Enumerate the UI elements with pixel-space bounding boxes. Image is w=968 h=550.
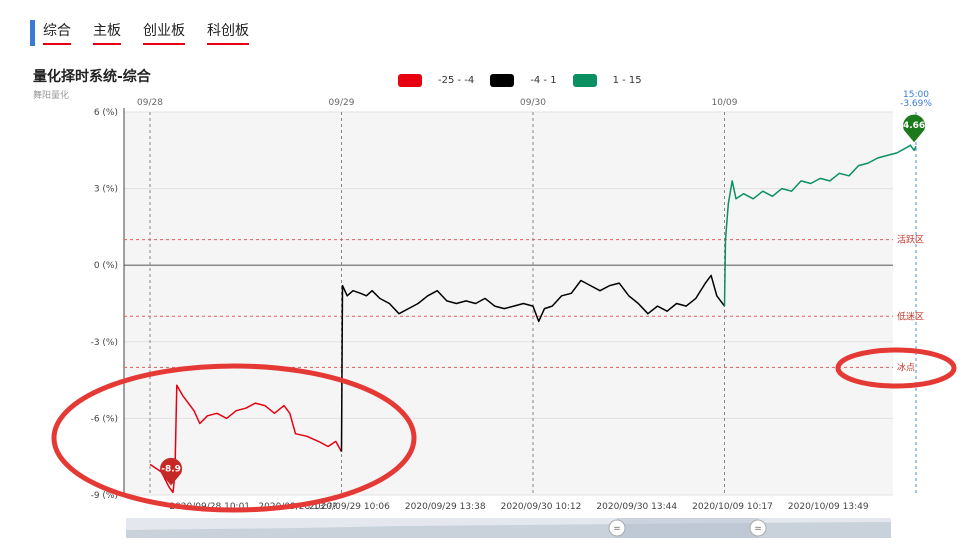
x-tick-label: 2020/10/09 13:49 — [788, 502, 869, 512]
reference-line-label: 冰点 — [897, 361, 915, 373]
handle-grip-left: = — [613, 524, 621, 534]
handle-grip-right: = — [754, 524, 762, 534]
day-label: 09/30 — [520, 98, 546, 108]
reference-line-label: 活跃区 — [897, 234, 924, 246]
y-tick-label: 3 (%) — [94, 185, 118, 195]
day-label: 10/09 — [712, 98, 738, 108]
value-marker-label: 4.66 — [903, 121, 925, 131]
range-slider-window[interactable] — [617, 518, 758, 538]
x-tick-label: 2020/09/30 13:44 — [596, 502, 677, 512]
y-tick-label: -6 (%) — [91, 414, 118, 424]
x-tick-label: 2020/10/09 10:17 — [692, 502, 773, 512]
y-tick-label: 6 (%) — [94, 108, 118, 118]
value-marker-label: -8.9 — [161, 464, 181, 474]
line-chart: 6 (%)3 (%)0 (%)-3 (%)-6 (%)-9 (%)09/28 09… — [51, 90, 957, 538]
y-tick-label: -3 (%) — [91, 338, 118, 348]
reference-line-label: 低迷区 — [897, 310, 924, 322]
plot-area — [124, 112, 893, 495]
y-tick-label: 0 (%) — [94, 261, 118, 271]
x-tick-label: 2020/09/29 13:38 — [405, 502, 486, 512]
day-label: 09/28 — [137, 98, 163, 108]
x-tick-label: 2020/09/30 10:12 — [501, 502, 582, 512]
day-label: 09/29 — [329, 98, 355, 108]
end-value-label: -3.69% — [900, 99, 932, 109]
